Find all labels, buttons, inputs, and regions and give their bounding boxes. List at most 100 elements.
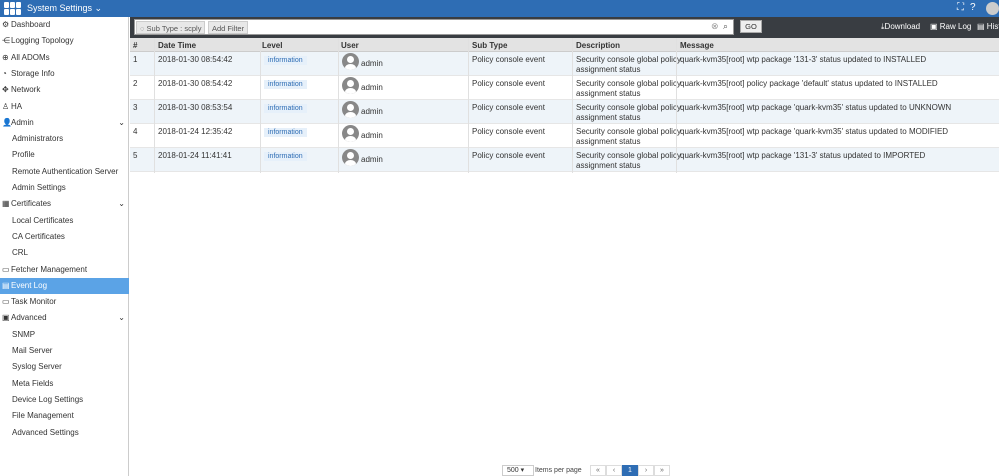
sidebar-item-label: Task Monitor — [11, 297, 57, 307]
per-page-value: 500 — [507, 467, 519, 474]
first-page-button[interactable]: « — [590, 465, 606, 476]
row-index: 1 — [133, 55, 138, 64]
sidebar-item-ha[interactable]: ♙ HA — [0, 99, 129, 115]
column-divider[interactable] — [260, 38, 261, 173]
description: Security console global policy assignment… — [576, 79, 681, 99]
sidebar-item-admin-settings[interactable]: Admin Settings — [0, 180, 129, 196]
page-1-button[interactable]: 1 — [622, 465, 638, 476]
app-title-menu[interactable]: System Settings ⌄ — [27, 3, 102, 14]
description-line: Security console global policy — [576, 55, 681, 64]
message: quark-kvm35[root] wtp package 'quark-kvm… — [680, 103, 952, 112]
row-index: 5 — [133, 151, 138, 160]
description-line: assignment status — [576, 161, 641, 170]
description: Security console global policy assignment… — [576, 151, 681, 171]
sidebar-item-label: CRL — [12, 248, 29, 258]
column-header[interactable]: User — [341, 41, 359, 50]
user-avatar-icon — [342, 53, 359, 70]
column-divider[interactable] — [468, 38, 469, 173]
sidebar-item-advanced-settings[interactable]: Advanced Settings — [0, 425, 129, 441]
sidebar-item-logging-topology[interactable]: ⋲Logging Topology — [0, 33, 129, 49]
message: quark-kvm35[root] wtp package '131-3' st… — [680, 55, 927, 64]
sidebar-item-event-log[interactable]: ▤Event Log — [0, 277, 129, 294]
column-header[interactable]: Description — [576, 41, 620, 50]
sidebar-item-meta-fields[interactable]: Meta Fields — [0, 376, 129, 392]
sidebar-item-local-certificates[interactable]: Local Certificates — [0, 213, 129, 229]
sidebar-item-ca-certificates[interactable]: CA Certificates — [0, 229, 129, 245]
next-page-button[interactable]: › — [638, 465, 654, 476]
clear-icon[interactable]: ⊗ — [711, 21, 719, 32]
description-line: Security console global policy — [576, 79, 681, 88]
column-header[interactable]: Message — [680, 41, 714, 50]
sidebar-item-syslog-server[interactable]: Syslog Server — [0, 359, 129, 375]
sidebar-item-all-adoms[interactable]: ⊕ All ADOMs — [0, 50, 129, 66]
chevron-down-icon[interactable]: ⌄ — [118, 196, 125, 212]
user-avatar-icon[interactable] — [986, 2, 999, 15]
column-divider[interactable] — [154, 38, 155, 173]
download-button[interactable]: ⤓Download — [881, 22, 920, 32]
description: Security console global policy assignment… — [576, 103, 681, 123]
sidebar-item-remote-authentication-server[interactable]: Remote Authentication Server — [0, 164, 129, 180]
column-header[interactable]: # — [133, 41, 137, 50]
sub-type: Policy console event — [472, 79, 545, 88]
sidebar-item-label: Admin Settings — [12, 183, 66, 192]
sidebar-item-file-management[interactable]: File Management — [0, 408, 129, 424]
topology-icon: ⋲ — [2, 36, 10, 46]
last-page-button[interactable]: » — [654, 465, 670, 476]
chevron-down-icon[interactable]: ⌄ — [118, 310, 125, 326]
history-button[interactable]: ▤ Hist — [977, 22, 999, 31]
dashboard-icon: ⚙ — [2, 20, 10, 29]
sidebar-item-label: File Management — [12, 411, 74, 421]
sidebar-item-label: Storage Info — [11, 68, 55, 78]
sidebar-item-task-monitor[interactable]: ▭Task Monitor — [0, 294, 129, 310]
sidebar-item-label: All ADOMs — [11, 52, 50, 62]
column-divider[interactable] — [572, 38, 573, 173]
sub-type: Policy console event — [472, 103, 545, 112]
items-per-page-select[interactable]: 500 ▾ — [502, 465, 534, 476]
sidebar-item-dashboard[interactable]: ⚙ Dashboard — [0, 17, 129, 33]
advanced-icon: ▣ — [2, 313, 10, 323]
save-icon: ▣ — [930, 22, 940, 31]
search-icon[interactable]: ⌕ — [723, 21, 728, 32]
fullscreen-icon[interactable]: ⛶ — [957, 2, 964, 13]
sidebar-item-administrators[interactable]: Administrators — [0, 131, 129, 147]
filter-input[interactable]: ◌ Sub Type : scply Add Filter ⊗ ⌕ — [134, 19, 734, 35]
sidebar-item-crl[interactable]: CRL — [0, 245, 129, 261]
level-badge: information — [264, 80, 307, 89]
user: admin — [361, 155, 383, 164]
raw-log-label: Raw Log — [939, 22, 972, 31]
user-avatar-icon — [342, 101, 359, 118]
sidebar-item-advanced[interactable]: ▣Advanced ⌄ — [0, 310, 129, 326]
sidebar-item-mail-server[interactable]: Mail Server — [0, 343, 129, 359]
grid-logo[interactable] — [4, 2, 21, 15]
user-avatar-icon — [342, 149, 359, 166]
user: admin — [361, 59, 383, 68]
message: quark-kvm35[root] policy package 'defaul… — [680, 79, 938, 88]
sub-type: Policy console event — [472, 127, 545, 136]
sidebar-item-label: Certificates — [11, 199, 52, 209]
certificate-icon: ▦ — [2, 199, 10, 209]
help-icon[interactable]: ? — [970, 2, 976, 13]
column-header[interactable]: Level — [262, 41, 282, 50]
prev-page-button[interactable]: ‹ — [606, 465, 622, 476]
go-button[interactable]: GO — [740, 20, 762, 33]
column-divider[interactable] — [676, 38, 677, 173]
column-header[interactable]: Sub Type — [472, 41, 507, 50]
sidebar-item-fetcher-management[interactable]: ▭Fetcher Management — [0, 262, 129, 278]
column-divider[interactable] — [338, 38, 339, 173]
sidebar-item-certificates[interactable]: ▦Certificates ⌄ — [0, 196, 129, 212]
sidebar-item-label: Dashboard — [11, 20, 51, 29]
sidebar-item-profile[interactable]: Profile — [0, 147, 129, 163]
sidebar-item-admin[interactable]: 👤Admin ⌄ — [0, 115, 129, 131]
sidebar-item-label: Mail Server — [12, 346, 53, 355]
column-header[interactable]: Date Time — [158, 41, 196, 50]
add-filter-button[interactable]: Add Filter — [208, 21, 249, 34]
description-line: Security console global policy — [576, 151, 681, 160]
sidebar-item-storage-info[interactable]: ◔ Storage Info — [0, 66, 129, 82]
download-label: Download — [884, 22, 921, 31]
sidebar-item-device-log-settings[interactable]: Device Log Settings — [0, 392, 129, 408]
sidebar-item-snmp[interactable]: SNMP — [0, 327, 129, 343]
sidebar-item-network[interactable]: ✥ Network — [0, 82, 129, 98]
filter-chip[interactable]: ◌ Sub Type : scply — [136, 21, 206, 34]
raw-log-button[interactable]: ▣ Raw Log — [930, 22, 971, 31]
chevron-down-icon[interactable]: ⌄ — [118, 115, 125, 131]
